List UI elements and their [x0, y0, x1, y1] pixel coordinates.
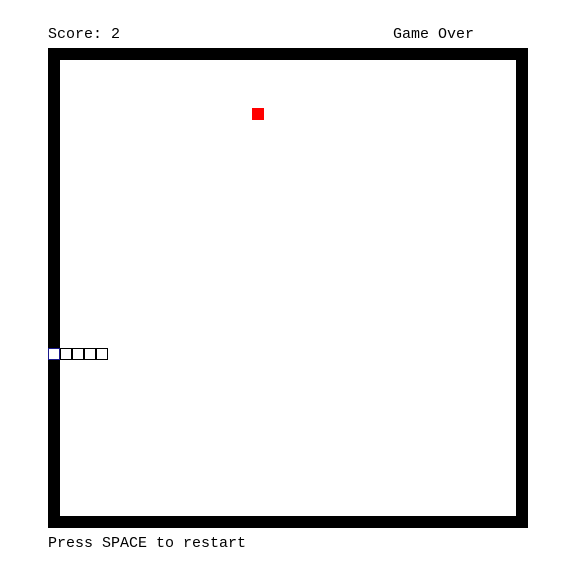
snake-segment	[60, 348, 72, 360]
game-status-label: Game Over	[393, 26, 475, 43]
game-board	[48, 48, 528, 528]
restart-hint: Press SPACE to restart	[48, 535, 247, 552]
snake-head	[48, 348, 60, 360]
game-canvas	[48, 48, 528, 528]
play-field	[60, 60, 516, 516]
food-pellet	[252, 108, 264, 120]
snake-segment	[96, 348, 108, 360]
snake-segment	[84, 348, 96, 360]
snake	[48, 348, 108, 360]
score-label: Score: 2	[48, 26, 121, 43]
snake-segment	[72, 348, 84, 360]
